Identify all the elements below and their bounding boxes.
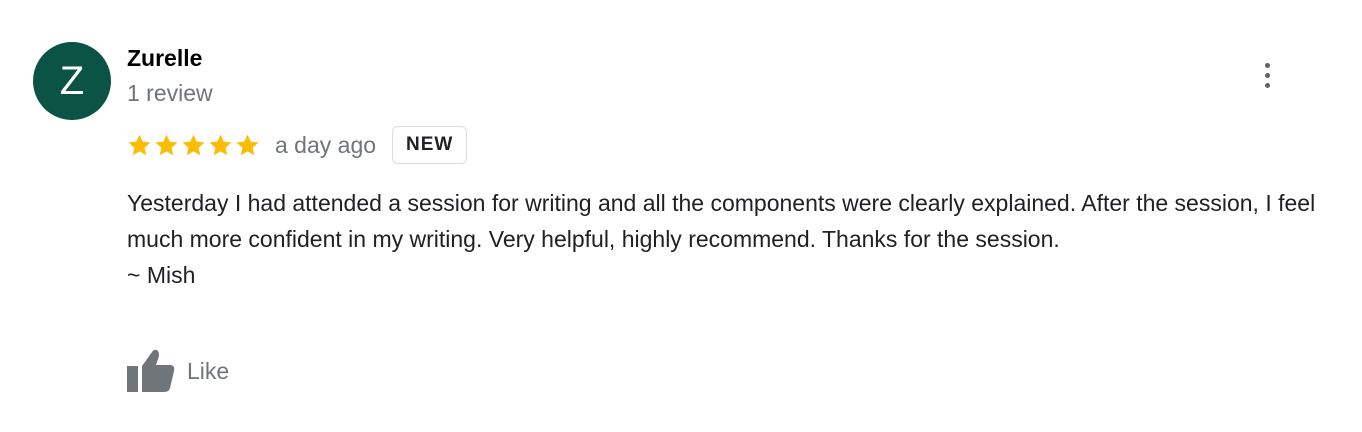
avatar-letter: Z	[59, 59, 85, 103]
star-icon	[128, 134, 151, 155]
reviewer-name[interactable]: Zurelle	[127, 44, 202, 72]
more-vert-icon-dot	[1264, 62, 1270, 68]
star-icon	[182, 134, 205, 155]
like-button[interactable]: Like	[127, 348, 229, 394]
star-icon	[209, 134, 232, 155]
star-rating	[127, 133, 260, 158]
avatar[interactable]: Z	[33, 42, 111, 120]
like-label: Like	[187, 358, 230, 384]
review-count[interactable]: 1 review	[127, 79, 213, 107]
more-vert-icon-dot	[1264, 72, 1270, 78]
review-card: Z Zurelle 1 review a day ago NEW Yesterd…	[0, 0, 1362, 432]
more-vert-icon-dot	[1264, 82, 1270, 88]
review-date: a day ago	[275, 132, 377, 158]
more-options-button[interactable]	[1250, 56, 1284, 94]
review-meta: a day ago NEW	[127, 124, 468, 166]
star-icon	[236, 134, 259, 155]
review-text: Yesterday I had attended a session for w…	[127, 190, 1316, 288]
thumb-up-icon	[127, 349, 175, 392]
new-badge: NEW	[392, 126, 468, 164]
star-icon	[155, 134, 178, 155]
